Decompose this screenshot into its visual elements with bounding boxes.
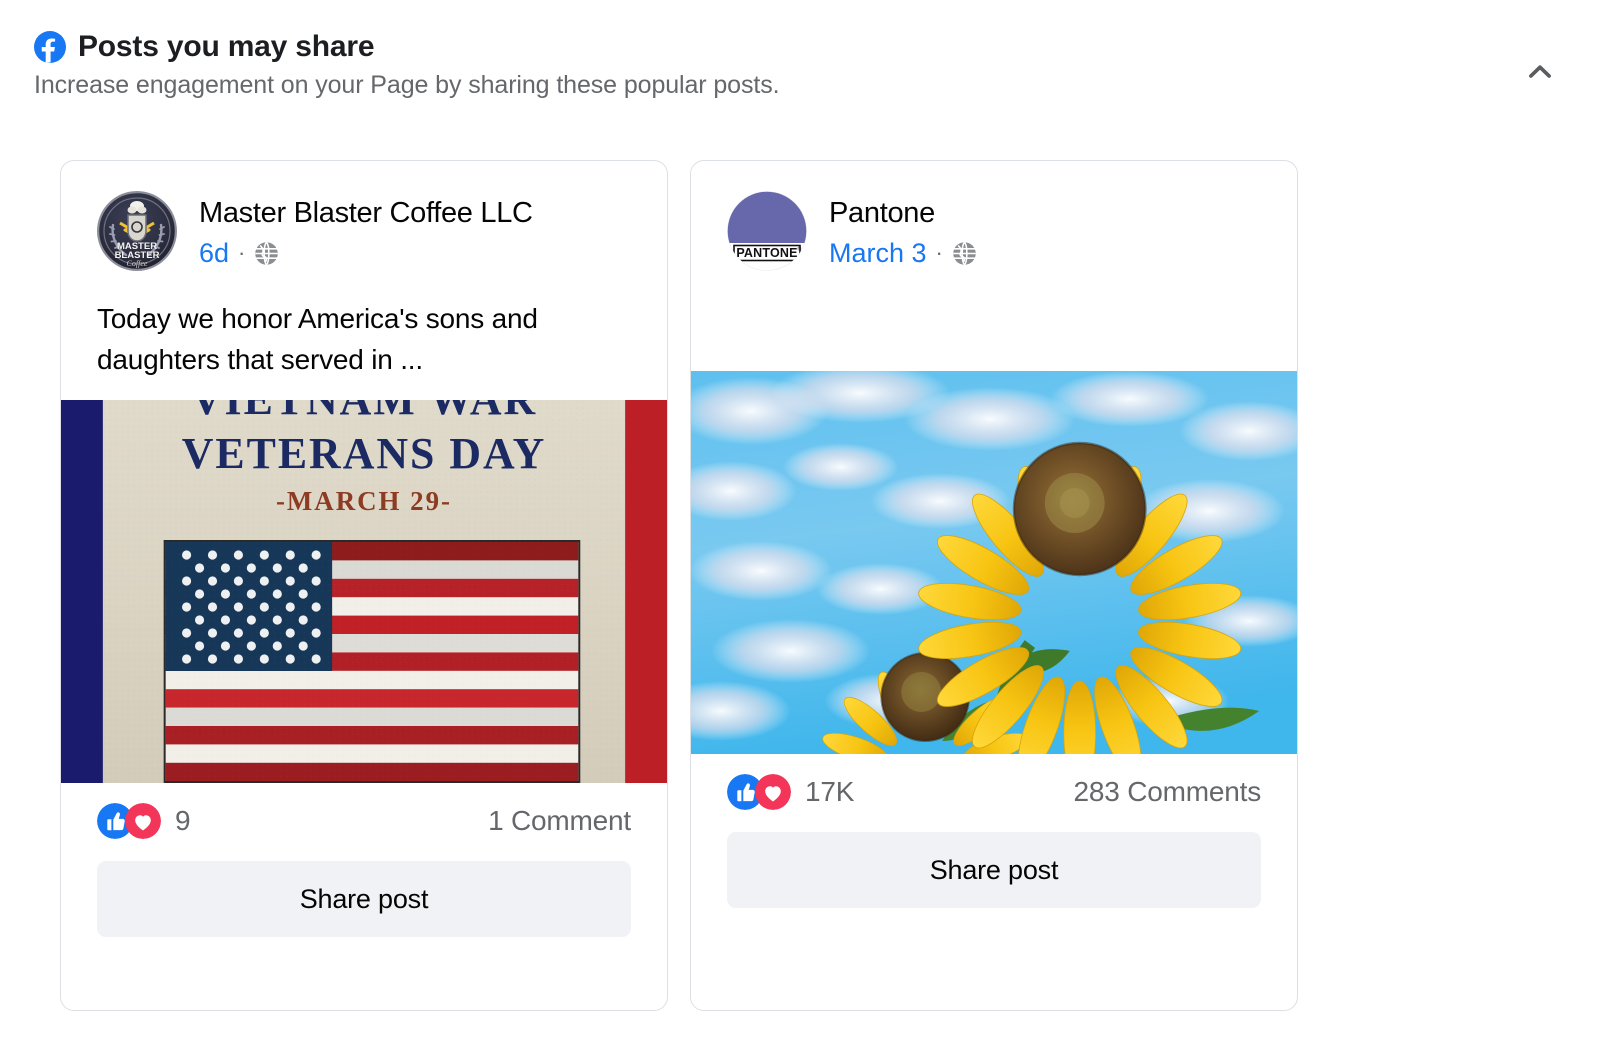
reaction-count: 17K bbox=[805, 776, 855, 807]
svg-text:Coffee: Coffee bbox=[127, 259, 148, 268]
svg-text:-MARCH 29-: -MARCH 29- bbox=[276, 486, 452, 516]
posts-you-may-share-panel: Posts you may share Increase engagement … bbox=[0, 0, 1600, 1041]
post-body-text bbox=[691, 271, 1297, 299]
pantone-logo[interactable]: PANTONE ® bbox=[727, 191, 807, 271]
post-date[interactable]: 6d bbox=[199, 237, 229, 269]
post-stats: 9 1 Comment bbox=[61, 783, 667, 840]
svg-text:VIETNAM WAR: VIETNAM WAR bbox=[191, 400, 537, 424]
svg-text:PANTONE: PANTONE bbox=[736, 246, 797, 260]
collapse-panel-button[interactable] bbox=[1518, 50, 1562, 94]
globe-icon bbox=[953, 241, 976, 265]
veterans-day-poster-graphic: VIETNAM WAR VETERANS DAY -MARCH 29- bbox=[61, 400, 667, 784]
post-card[interactable]: PANTONE ® Pantone March 3 · 17K 283 Comm… bbox=[690, 160, 1298, 1011]
post-meta: 6d · bbox=[199, 237, 533, 269]
post-image-sunflowers[interactable] bbox=[691, 371, 1297, 754]
master-blaster-coffee-logo[interactable]: MASTER BLASTER Coffee bbox=[97, 191, 177, 271]
panel-header: Posts you may share Increase engagement … bbox=[34, 30, 1574, 100]
sunflowers-photo-graphic bbox=[691, 371, 1297, 754]
post-header: MASTER BLASTER Coffee Master Blaster Cof… bbox=[61, 161, 667, 271]
share-post-button[interactable]: Share post bbox=[727, 832, 1261, 908]
chevron-up-icon bbox=[1529, 65, 1551, 78]
panel-subtitle: Increase engagement on your Page by shar… bbox=[34, 71, 780, 99]
post-card[interactable]: MASTER BLASTER Coffee Master Blaster Cof… bbox=[60, 160, 668, 1011]
globe-icon bbox=[255, 241, 279, 265]
panel-title-row: Posts you may share bbox=[34, 30, 1574, 64]
page-name[interactable]: Pantone bbox=[829, 195, 977, 231]
reaction-count: 9 bbox=[175, 805, 191, 837]
post-header-text: Master Blaster Coffee LLC 6d · bbox=[199, 191, 533, 269]
meta-separator: · bbox=[238, 240, 246, 265]
master-blaster-coffee-logo-graphic: MASTER BLASTER Coffee bbox=[97, 191, 177, 271]
post-body-text: Today we honor America's sons and daught… bbox=[97, 303, 538, 375]
share-post-button[interactable]: Share post bbox=[97, 861, 631, 938]
comment-count[interactable]: 283 Comments bbox=[1074, 776, 1262, 808]
share-button-wrap: Share post bbox=[61, 839, 667, 938]
post-date[interactable]: March 3 bbox=[829, 237, 927, 269]
love-icon bbox=[125, 803, 161, 840]
post-stats: 17K 283 Comments bbox=[691, 754, 1297, 810]
svg-text:VETERANS DAY: VETERANS DAY bbox=[182, 429, 547, 478]
post-header-text: Pantone March 3 · bbox=[829, 191, 977, 269]
page-title: Posts you may share bbox=[78, 30, 375, 63]
meta-separator: · bbox=[935, 240, 943, 265]
post-image-veterans-day[interactable]: VIETNAM WAR VETERANS DAY -MARCH 29- bbox=[61, 400, 667, 784]
facebook-logo-icon bbox=[34, 31, 66, 63]
post-cards-container: MASTER BLASTER Coffee Master Blaster Cof… bbox=[60, 160, 1298, 1011]
love-icon bbox=[755, 774, 791, 810]
post-meta: March 3 · bbox=[829, 237, 977, 269]
comment-count[interactable]: 1 Comment bbox=[488, 805, 631, 837]
share-button-wrap: Share post bbox=[691, 810, 1297, 908]
reaction-summary[interactable]: 9 bbox=[97, 803, 191, 840]
post-header: PANTONE ® Pantone March 3 · bbox=[691, 161, 1297, 271]
reaction-summary[interactable]: 17K bbox=[727, 774, 854, 810]
pantone-logo-graphic: PANTONE ® bbox=[727, 191, 807, 271]
page-name[interactable]: Master Blaster Coffee LLC bbox=[199, 195, 533, 231]
